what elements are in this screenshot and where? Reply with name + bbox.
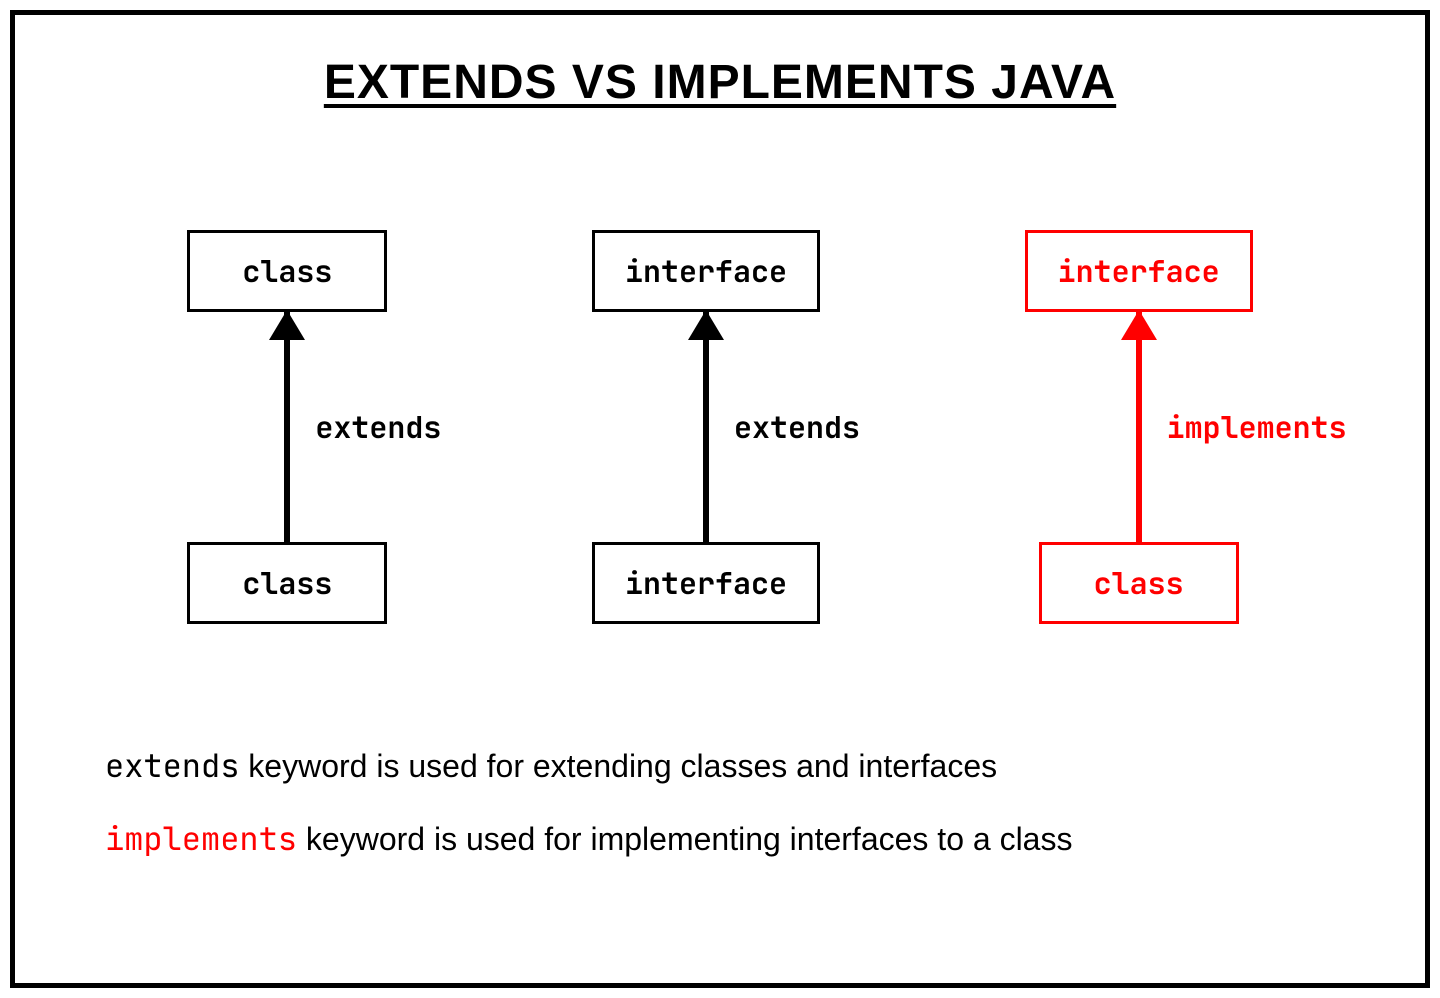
note-implements: implements keyword is used for implement… xyxy=(105,817,1375,860)
diagram-title: EXTENDS VS IMPLEMENTS JAVA xyxy=(65,55,1375,110)
arrow-head-icon xyxy=(269,310,305,340)
arrow-line-icon xyxy=(703,312,709,542)
notes-section: extends keyword is used for extending cl… xyxy=(65,744,1375,860)
note-extends-text: keyword is used for extending classes an… xyxy=(239,748,997,784)
top-box: class xyxy=(187,230,387,312)
column-interface-extends-interface: interface extends interface xyxy=(592,230,820,624)
arrow-head-icon xyxy=(1121,310,1157,340)
note-extends: extends keyword is used for extending cl… xyxy=(105,744,1375,787)
arrow-head-icon xyxy=(688,310,724,340)
arrow-up: extends xyxy=(592,312,820,542)
arrow-label: extends xyxy=(734,407,860,447)
bottom-box: class xyxy=(187,542,387,624)
arrow-label: extends xyxy=(315,407,441,447)
diagram-columns: class extends class interface extends in… xyxy=(65,230,1375,624)
arrow-up: extends xyxy=(187,312,387,542)
column-class-implements-interface: interface implements class xyxy=(1025,230,1253,624)
arrow-line-icon xyxy=(284,312,290,542)
keyword-implements: implements xyxy=(105,817,297,860)
column-class-extends-class: class extends class xyxy=(187,230,387,624)
top-box: interface xyxy=(1025,230,1253,312)
keyword-extends: extends xyxy=(105,744,239,787)
arrow-label: implements xyxy=(1167,407,1347,447)
note-implements-text: keyword is used for implementing interfa… xyxy=(297,821,1072,857)
bottom-box: interface xyxy=(592,542,820,624)
arrow-up: implements xyxy=(1025,312,1253,542)
diagram-frame: EXTENDS VS IMPLEMENTS JAVA class extends… xyxy=(10,10,1430,988)
top-box: interface xyxy=(592,230,820,312)
arrow-line-icon xyxy=(1136,312,1142,542)
bottom-box: class xyxy=(1039,542,1239,624)
